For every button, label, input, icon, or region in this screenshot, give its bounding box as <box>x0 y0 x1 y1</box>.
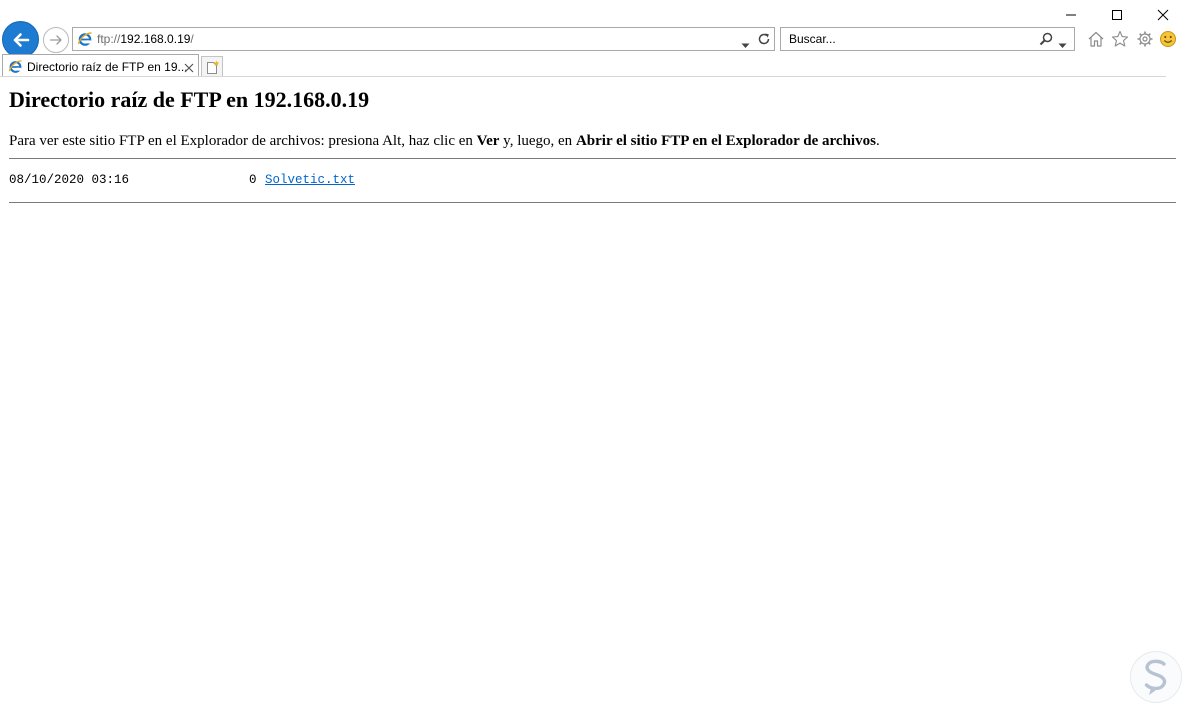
listing-row: 08/10/2020 03:16 0 Solvetic.txt <box>9 173 1177 188</box>
instructions-part: y, luego, en <box>499 133 576 149</box>
instructions-bold-open-ftp: Abrir el sitio FTP en el Explorador de a… <box>575 133 876 149</box>
internet-explorer-icon <box>77 31 93 52</box>
search-input[interactable] <box>781 28 1031 50</box>
refresh-icon[interactable] <box>757 32 771 51</box>
feedback-button[interactable] <box>1158 29 1178 49</box>
tab-strip-divider <box>0 76 1166 77</box>
maximize-icon <box>1112 10 1122 20</box>
close-icon <box>1157 9 1169 21</box>
site-logo <box>1130 651 1182 703</box>
home-icon <box>1088 31 1104 47</box>
instructions-part: . <box>875 133 880 149</box>
address-path: / <box>190 32 194 46</box>
file-date: 08/10/2020 03:16 <box>9 173 130 187</box>
chevron-down-icon[interactable] <box>1058 36 1067 54</box>
tab-active[interactable]: Directorio raíz de FTP en 19... <box>2 54 199 77</box>
close-window-button[interactable] <box>1140 4 1186 26</box>
back-arrow-icon <box>13 32 29 47</box>
tools-button[interactable] <box>1135 29 1155 49</box>
new-tab-icon <box>206 60 219 74</box>
instructions-part: Para ver este sitio FTP en el Explorador… <box>9 133 477 149</box>
page-content: Directorio raíz de FTP en 192.168.0.19 P… <box>9 86 1177 203</box>
search-box[interactable] <box>780 27 1075 51</box>
minimize-button[interactable] <box>1048 4 1094 26</box>
new-tab-button[interactable] <box>201 56 223 77</box>
address-host: 192.168.0.19 <box>120 32 191 46</box>
file-link[interactable]: Solvetic.txt <box>265 173 355 188</box>
favorites-button[interactable] <box>1110 29 1130 49</box>
address-bar[interactable]: ftp://192.168.0.19/ <box>72 27 775 51</box>
page-title: Directorio raíz de FTP en 192.168.0.19 <box>9 87 370 112</box>
divider <box>9 158 1176 159</box>
instructions-text: Para ver este sitio FTP en el Explorador… <box>9 132 1177 150</box>
instructions-bold-ver: Ver <box>476 133 500 149</box>
gear-icon <box>1137 31 1153 47</box>
chevron-down-icon[interactable] <box>741 36 750 54</box>
search-icon[interactable] <box>1039 32 1053 51</box>
minimize-icon <box>1066 14 1076 16</box>
back-button[interactable] <box>2 21 39 58</box>
tab-title: Directorio raíz de FTP en 19... <box>27 60 188 74</box>
divider <box>9 202 1176 203</box>
maximize-button[interactable] <box>1094 4 1140 26</box>
smiley-icon <box>1160 31 1176 47</box>
address-url[interactable]: ftp://192.168.0.19/ <box>97 32 194 46</box>
file-size: 0 <box>249 173 257 187</box>
logo-s-icon <box>1144 659 1167 695</box>
address-protocol: ftp:// <box>97 32 121 46</box>
home-button[interactable] <box>1086 29 1106 49</box>
forward-arrow-icon <box>49 35 62 45</box>
forward-button[interactable] <box>43 27 69 53</box>
star-icon <box>1111 30 1129 47</box>
